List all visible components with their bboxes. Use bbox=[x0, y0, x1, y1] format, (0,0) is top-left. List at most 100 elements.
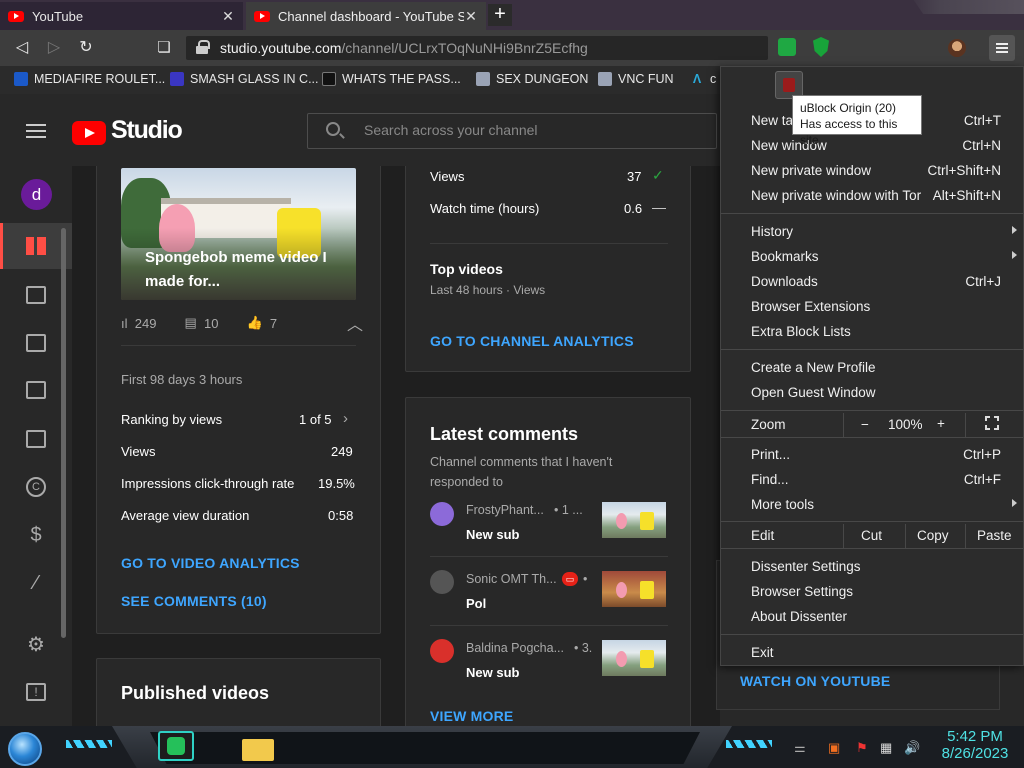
tab-close-icon[interactable]: ✕ bbox=[464, 8, 478, 25]
action-center-flag-icon[interactable]: ⚑ bbox=[856, 740, 868, 756]
bookmark-item[interactable]: VNC FUN bbox=[598, 72, 674, 86]
commenter-avatar[interactable] bbox=[430, 502, 454, 526]
menu-item-dissenter-settings[interactable]: Dissenter Settings bbox=[721, 555, 1023, 579]
studio-sidebar: d C $ ⁄ ⚙ ! bbox=[0, 166, 72, 726]
comment-video-thumbnail[interactable] bbox=[602, 640, 666, 676]
comment-meta: • 1 ... bbox=[554, 503, 583, 517]
forward-arrow-icon[interactable]: ▷ bbox=[44, 38, 64, 58]
chevron-up-icon[interactable]: ︿ bbox=[347, 311, 363, 335]
channel-search-box[interactable] bbox=[307, 113, 717, 149]
system-clock[interactable]: 5:42 PM 8/26/2023 bbox=[930, 728, 1020, 762]
metric-value: 0:58 bbox=[328, 508, 354, 523]
menu-item-browser-settings[interactable]: Browser Settings bbox=[721, 580, 1023, 604]
a-logo-icon: Λ bbox=[692, 72, 702, 86]
search-input[interactable] bbox=[364, 122, 704, 138]
sidebar-scrollbar[interactable] bbox=[61, 228, 66, 638]
menu-item-downloads[interactable]: Downloads Ctrl+J bbox=[721, 270, 1023, 294]
fullscreen-icon[interactable] bbox=[985, 416, 999, 430]
menu-item-browser-extensions[interactable]: Browser Extensions bbox=[721, 295, 1023, 319]
thumbs-up-icon: 👍 bbox=[246, 315, 263, 330]
tab-channel-dashboard[interactable]: Channel dashboard - YouTube Stu ✕ bbox=[246, 2, 486, 30]
zoom-in-button[interactable]: + bbox=[937, 416, 945, 431]
commenter-avatar[interactable] bbox=[430, 570, 454, 594]
profile-avatar[interactable] bbox=[948, 39, 966, 57]
tab-label: Channel dashboard - YouTube Stu bbox=[278, 8, 464, 24]
reload-icon[interactable]: ↻ bbox=[76, 38, 96, 58]
tab-close-icon[interactable]: ✕ bbox=[221, 8, 235, 25]
menu-item-extra-block-lists[interactable]: Extra Block Lists bbox=[721, 320, 1023, 344]
lock-icon bbox=[196, 40, 210, 54]
menu-zoom-row: Zoom − 100% + bbox=[721, 413, 1023, 437]
network-icon[interactable]: ▦ bbox=[880, 740, 892, 756]
menu-item-guest-window[interactable]: Open Guest Window bbox=[721, 381, 1023, 405]
views-count: 249 bbox=[134, 315, 157, 331]
tray-overflow-icon[interactable]: ⚌ bbox=[794, 740, 806, 756]
bookmark-item[interactable]: WHATS THE PASS... bbox=[322, 72, 461, 86]
view-more-link[interactable]: VIEW MORE bbox=[430, 708, 513, 724]
menu-item-more-tools[interactable]: More tools bbox=[721, 493, 1023, 517]
video-thumbnail[interactable]: Spongebob meme video I made for... bbox=[121, 168, 356, 300]
cube-icon bbox=[476, 72, 490, 86]
menu-item-find[interactable]: Find... Ctrl+F bbox=[721, 468, 1023, 492]
bookmark-icon[interactable]: ❏ bbox=[154, 38, 174, 58]
copyright-icon: C bbox=[26, 477, 46, 497]
menu-item-about[interactable]: About Dissenter bbox=[721, 605, 1023, 629]
menu-item-create-profile[interactable]: Create a New Profile bbox=[721, 356, 1023, 380]
chat-app-icon bbox=[167, 737, 185, 755]
analytics-value: 37 bbox=[627, 169, 642, 184]
studio-logo-text[interactable]: Studio bbox=[111, 116, 183, 145]
chevron-right-icon[interactable]: › bbox=[343, 410, 348, 427]
tab-youtube[interactable]: YouTube ✕ bbox=[0, 2, 243, 30]
tab-label: YouTube bbox=[32, 8, 84, 24]
dashboard-main: Spongebob meme video I made for... ıl 24… bbox=[72, 166, 720, 726]
extension-chat-icon[interactable] bbox=[778, 38, 796, 56]
search-icon bbox=[326, 122, 340, 136]
taskbar-app-chat[interactable] bbox=[158, 731, 194, 761]
menu-item-exit[interactable]: Exit bbox=[721, 641, 1023, 665]
menu-item-history[interactable]: History bbox=[721, 220, 1023, 244]
tray-app-icon[interactable]: ▣ bbox=[828, 740, 840, 756]
zoom-label: Zoom bbox=[751, 417, 786, 432]
copy-button[interactable]: Copy bbox=[917, 528, 949, 543]
cut-button[interactable]: Cut bbox=[861, 528, 882, 543]
zoom-out-button[interactable]: − bbox=[861, 417, 869, 432]
top-videos-title: Top videos bbox=[430, 261, 503, 277]
menu-item-bookmarks[interactable]: Bookmarks bbox=[721, 245, 1023, 269]
submenu-arrow-icon bbox=[1012, 499, 1017, 507]
new-tab-button[interactable]: + bbox=[488, 4, 512, 26]
commenter-avatar[interactable] bbox=[430, 639, 454, 663]
sidebar-item-feedback[interactable]: ! bbox=[0, 669, 72, 715]
bookmark-item[interactable]: SEX DUNGEON bbox=[476, 72, 588, 86]
menu-item-new-private-window[interactable]: New private window Ctrl+Shift+N bbox=[721, 159, 1023, 183]
latest-comments-title: Latest comments bbox=[430, 424, 579, 444]
menu-item-new-private-window-tor[interactable]: New private window with Tor Alt+Shift+N bbox=[721, 184, 1023, 208]
tab-strip: YouTube ✕ Channel dashboard - YouTube St… bbox=[0, 0, 1024, 30]
hamburger-menu-icon[interactable] bbox=[26, 124, 46, 138]
back-arrow-icon[interactable]: ◁ bbox=[12, 38, 32, 58]
start-button[interactable] bbox=[8, 732, 42, 766]
comment-author[interactable]: FrostyPhant... bbox=[466, 503, 544, 517]
comment-video-thumbnail[interactable] bbox=[602, 502, 666, 538]
volume-icon[interactable]: 🔊 bbox=[904, 740, 920, 756]
channel-analytics-link[interactable]: GO TO CHANNEL ANALYTICS bbox=[430, 333, 634, 349]
see-comments-link[interactable]: SEE COMMENTS (10) bbox=[121, 593, 267, 609]
submenu-arrow-icon bbox=[1012, 226, 1017, 234]
comment-video-thumbnail[interactable] bbox=[602, 571, 666, 607]
comment-author[interactable]: Sonic OMT Th... bbox=[466, 572, 557, 586]
bookmark-item[interactable]: MEDIAFIRE ROULET... bbox=[14, 72, 165, 86]
youtube-logo-icon[interactable] bbox=[72, 121, 106, 145]
paste-button[interactable]: Paste bbox=[977, 528, 1012, 543]
comment-author[interactable]: Baldina Pogcha... bbox=[466, 641, 564, 655]
watch-on-youtube-link[interactable]: WATCH ON YOUTUBE bbox=[740, 673, 890, 689]
bookmark-item[interactable]: SMASH GLASS IN C... bbox=[170, 72, 319, 86]
channel-avatar[interactable]: d bbox=[21, 179, 52, 210]
video-analytics-link[interactable]: GO TO VIDEO ANALYTICS bbox=[121, 555, 300, 571]
ranking-value[interactable]: 1 of 5 bbox=[299, 412, 332, 427]
address-bar[interactable]: studio.youtube.com/channel/UCLrxTOqNuNHi… bbox=[186, 36, 768, 60]
browser-menu-button[interactable] bbox=[989, 35, 1015, 61]
latest-comments-subtitle: Channel comments that I haven't responde… bbox=[430, 455, 613, 489]
menu-item-print[interactable]: Print... Ctrl+P bbox=[721, 443, 1023, 467]
taskbar-app-files[interactable] bbox=[240, 731, 276, 761]
analytics-icon bbox=[26, 334, 46, 352]
bookmark-item[interactable]: Λc bbox=[690, 72, 716, 86]
